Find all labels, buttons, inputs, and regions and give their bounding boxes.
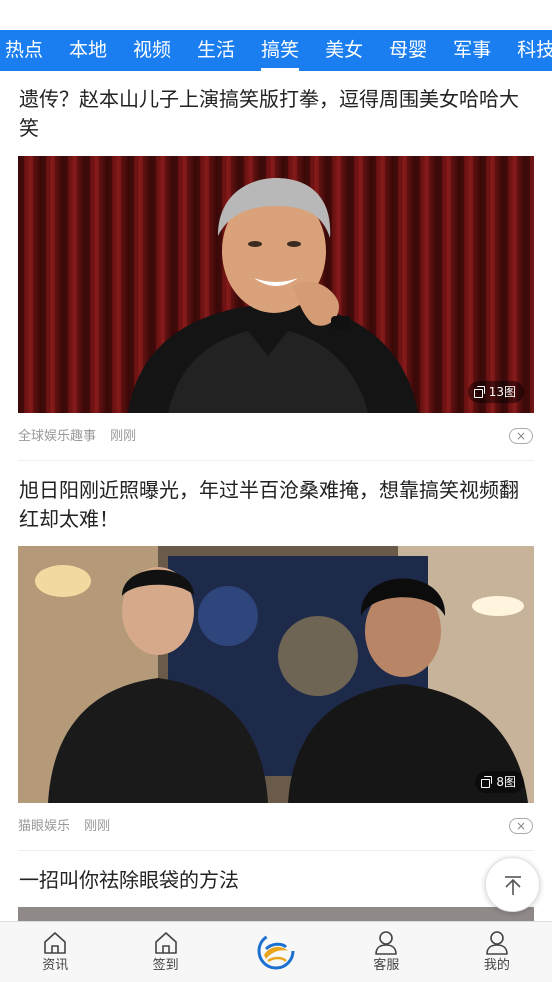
nav-news[interactable]: 资讯: [0, 922, 110, 982]
tab-funny[interactable]: 搞笑: [248, 30, 312, 71]
home-icon: [154, 932, 177, 954]
nav-mine[interactable]: 我的: [442, 922, 552, 982]
status-bar: [0, 0, 552, 30]
photo-two-men: [18, 546, 534, 803]
gallery-icon: [481, 776, 493, 788]
article-image[interactable]: [18, 907, 534, 921]
dismiss-button[interactable]: ×: [509, 428, 533, 444]
arrow-up-icon: [504, 875, 521, 895]
news-card[interactable]: 遗传？赵本山儿子上演搞笑版打拳，逗得周围美女哈哈大笑 13图 全球娱乐趣事 刚刚…: [0, 71, 552, 461]
article-source: 猫眼娱乐: [18, 819, 71, 834]
home-icon: [44, 932, 67, 954]
user-icon: [486, 931, 508, 955]
nav-checkin-label: 签到: [152, 958, 179, 973]
tab-life[interactable]: 生活: [184, 30, 248, 71]
article-title[interactable]: 一招叫你祛除眼袋的方法: [19, 866, 535, 895]
nav-mine-label: 我的: [483, 958, 510, 973]
gallery-icon: [473, 386, 486, 398]
article-title[interactable]: 遗传？赵本山儿子上演搞笑版打拳，逗得周围美女哈哈大笑: [19, 85, 535, 143]
news-card[interactable]: 旭日阳刚近照曝光，年过半百沧桑难掩，想靠搞笑视频翻红却太难！ 8图 猫眼娱乐 刚…: [0, 461, 552, 851]
tab-military[interactable]: 军事: [440, 30, 504, 71]
image-count-text: 13图: [488, 385, 516, 399]
bottom-nav: 资讯 签到 客服 我的: [0, 921, 552, 982]
image-count-badge: 13图: [467, 381, 524, 403]
photo-man-laughing: [18, 156, 534, 413]
nav-center-logo[interactable]: [221, 922, 331, 982]
user-icon: [375, 931, 398, 955]
nav-checkin[interactable]: 签到: [110, 922, 220, 982]
nav-support[interactable]: 客服: [331, 922, 441, 982]
tab-tech[interactable]: 科技: [504, 30, 552, 71]
article-source: 全球娱乐趣事: [18, 429, 97, 444]
app-logo-icon: [257, 932, 295, 970]
tab-local[interactable]: 本地: [56, 30, 120, 71]
image-count-text: 8图: [496, 775, 516, 789]
back-to-top-button[interactable]: [485, 857, 540, 912]
tab-beauty[interactable]: 美女: [312, 30, 376, 71]
article-time: 刚刚: [110, 429, 137, 444]
article-meta: 猫眼娱乐 刚刚: [18, 815, 120, 834]
article-image[interactable]: 8图: [18, 546, 534, 803]
image-count-badge: 8图: [475, 771, 524, 793]
article-image[interactable]: 13图: [18, 156, 534, 413]
dismiss-button[interactable]: ×: [509, 818, 533, 834]
tab-hot[interactable]: 热点: [0, 30, 56, 71]
news-card[interactable]: 一招叫你祛除眼袋的方法: [0, 851, 552, 921]
article-title[interactable]: 旭日阳刚近照曝光，年过半百沧桑难掩，想靠搞笑视频翻红却太难！: [19, 476, 535, 534]
nav-news-label: 资讯: [42, 958, 69, 973]
article-meta: 全球娱乐趣事 刚刚: [18, 425, 146, 444]
tab-parenting[interactable]: 母婴: [376, 30, 440, 71]
article-time: 刚刚: [84, 819, 111, 834]
tab-video[interactable]: 视频: [120, 30, 184, 71]
nav-support-label: 客服: [373, 958, 400, 973]
category-tab-bar: 热点 本地 视频 生活 搞笑 美女 母婴 军事 科技: [0, 30, 552, 71]
